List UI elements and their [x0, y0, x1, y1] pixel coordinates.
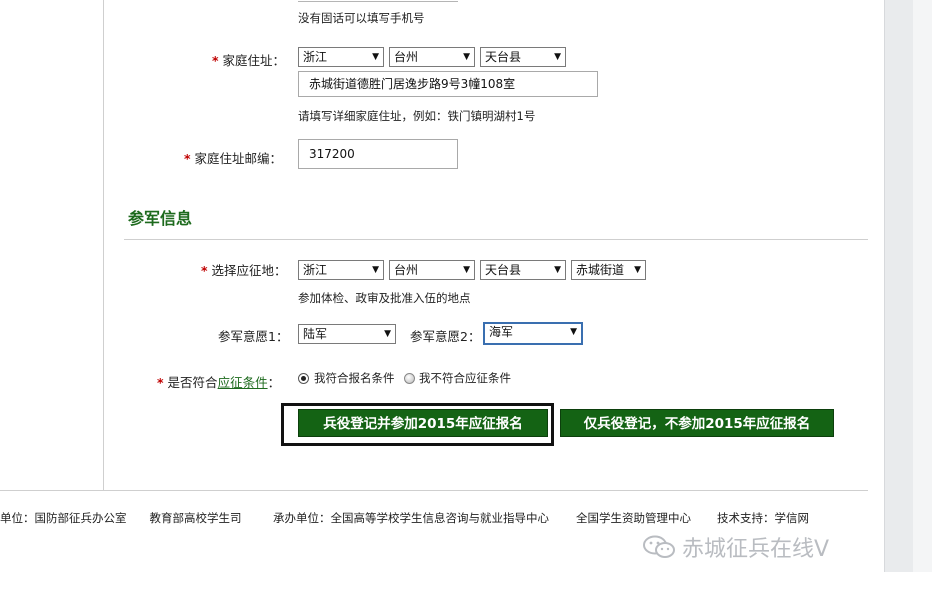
- register-only-button[interactable]: 仅兵役登记，不参加2015年应征报名: [560, 409, 834, 437]
- register-and-apply-button[interactable]: 兵役登记并参加2015年应征报名: [298, 409, 548, 437]
- location-street-select[interactable]: 赤城街道 ▼: [571, 260, 646, 280]
- location-city-select[interactable]: 台州 ▼: [389, 260, 475, 280]
- wish1-label: 参军意愿1：: [218, 329, 289, 344]
- footer-divider: [0, 490, 868, 491]
- home-province-select[interactable]: 浙江 ▼: [298, 47, 384, 67]
- eligibility-conditions-link[interactable]: 应征条件: [218, 375, 268, 390]
- chevron-down-icon: ▼: [463, 52, 470, 62]
- radio-not-eligible-label[interactable]: 我不符合应征条件: [419, 370, 511, 386]
- home-address-label-text: 家庭住址：: [222, 53, 286, 68]
- footer-host-units: 单位：国防部征兵办公室 教育部高校学生司: [0, 511, 242, 525]
- chevron-down-icon: ▼: [570, 327, 577, 337]
- radio-eligible[interactable]: [298, 373, 309, 384]
- postcode-input[interactable]: 317200: [298, 139, 458, 169]
- phone-hint: 没有固话可以填写手机号: [298, 11, 425, 25]
- home-address-hint: 请填写详细家庭住址，例如：铁门镇明湖村1号: [298, 109, 536, 123]
- location-hint: 参加体检、政审及批准入伍的地点: [298, 291, 471, 305]
- home-province-value: 浙江: [303, 50, 328, 64]
- eligibility-label: * 是否符合应征条件：: [157, 372, 280, 391]
- chevron-down-icon: ▼: [384, 329, 391, 339]
- left-divider: [103, 0, 104, 490]
- postcode-label-text: 家庭住址邮编：: [194, 151, 283, 166]
- home-county-select[interactable]: 天台县 ▼: [480, 47, 566, 67]
- location-street-value: 赤城街道: [576, 263, 625, 277]
- required-star: *: [184, 151, 191, 166]
- eligibility-label-text: 是否符合: [167, 375, 218, 390]
- home-county-value: 天台县: [485, 50, 522, 64]
- chevron-down-icon: ▼: [463, 265, 470, 275]
- footer-tech-support: 技术支持：学信网: [717, 511, 809, 525]
- section-divider: [124, 239, 868, 240]
- home-city-select[interactable]: 台州 ▼: [389, 47, 475, 67]
- home-city-value: 台州: [394, 50, 419, 64]
- eligibility-label-colon: ：: [267, 375, 281, 390]
- wish1-select[interactable]: 陆军 ▼: [298, 324, 396, 344]
- wish2-value: 海军: [489, 325, 514, 339]
- watermark-text: 赤城征兵在线V: [682, 537, 830, 562]
- wechat-icon: [643, 535, 675, 558]
- phone-input-bottom-edge[interactable]: [298, 0, 458, 2]
- location-county-select[interactable]: 天台县 ▼: [480, 260, 566, 280]
- scrollbar-track[interactable]: [913, 0, 932, 572]
- footer-aid-center: 全国学生资助管理中心: [576, 511, 691, 525]
- location-county-value: 天台县: [485, 263, 522, 277]
- section-title: 参军信息: [128, 209, 193, 228]
- chevron-down-icon: ▼: [372, 265, 379, 275]
- home-address-detail-input[interactable]: 赤城街道德胜门居逸步路9号3幢108室: [298, 71, 598, 97]
- chevron-down-icon: ▼: [554, 265, 561, 275]
- scrollbar-area[interactable]: [884, 0, 932, 572]
- required-star: *: [201, 263, 208, 278]
- enlistment-location-label-text: 选择应征地：: [211, 263, 287, 278]
- required-star: *: [212, 53, 219, 68]
- radio-not-eligible[interactable]: [404, 373, 415, 384]
- radio-eligible-label[interactable]: 我符合报名条件: [314, 370, 395, 386]
- enlistment-location-label: * 选择应征地：: [201, 260, 287, 279]
- footer-organizer: 承办单位：全国高等学校学生信息咨询与就业指导中心: [273, 511, 549, 525]
- required-star: *: [157, 375, 164, 390]
- postcode-label: * 家庭住址邮编：: [184, 148, 282, 167]
- chevron-down-icon: ▼: [372, 52, 379, 62]
- location-province-select[interactable]: 浙江 ▼: [298, 260, 384, 280]
- home-address-label: * 家庭住址：: [212, 50, 285, 69]
- chevron-down-icon: ▼: [554, 52, 561, 62]
- chevron-down-icon: ▼: [634, 265, 641, 275]
- location-province-value: 浙江: [303, 263, 328, 277]
- wish1-value: 陆军: [303, 327, 328, 341]
- wish2-select[interactable]: 海军 ▼: [483, 322, 583, 345]
- wish2-label: 参军意愿2：: [410, 329, 481, 344]
- location-city-value: 台州: [394, 263, 419, 277]
